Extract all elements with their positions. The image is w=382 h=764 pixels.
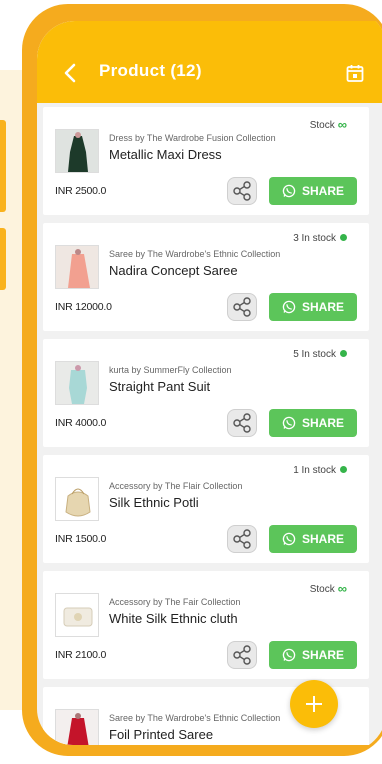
product-subtitle: Dress by The Wardrobe Fusion Collection: [109, 133, 276, 143]
product-price: INR 2100.0: [55, 649, 107, 661]
product-image: [55, 477, 99, 521]
add-product-button[interactable]: [290, 680, 338, 728]
product-card[interactable]: 3 In stock Saree by The Wardrobe's Ethni…: [43, 223, 369, 331]
page-title: Product (12): [99, 61, 202, 80]
stock-status: 5 In stock: [293, 349, 347, 360]
stock-dot-icon: [340, 234, 347, 241]
stock-status: 3 In stock: [293, 233, 347, 244]
app-bar: Product (12): [37, 21, 382, 103]
product-price: INR 4000.0: [55, 417, 107, 429]
stock-status: Stock ∞: [309, 581, 347, 596]
stock-dot-icon: [340, 350, 347, 357]
share-icon[interactable]: [227, 293, 257, 321]
calendar-icon[interactable]: [345, 63, 365, 83]
background-tab: [0, 228, 6, 290]
share-icon[interactable]: [227, 409, 257, 437]
product-price: INR 1500.0: [55, 533, 107, 545]
product-subtitle: kurta by SummerFly Collection: [109, 365, 232, 375]
whatsapp-share-button[interactable]: SHARE: [269, 293, 357, 321]
phone-frame: Product (12) Stock ∞ Dress by The Wardrob…: [22, 4, 382, 756]
product-card[interactable]: Stock ∞ Accessory by The Fair Collection …: [43, 571, 369, 679]
whatsapp-share-button[interactable]: SHARE: [269, 641, 357, 669]
share-icon[interactable]: [227, 525, 257, 553]
product-price: INR 12000.0: [55, 301, 112, 313]
infinity-icon: ∞: [337, 117, 347, 132]
app-screen: Product (12) Stock ∞ Dress by The Wardrob…: [37, 21, 382, 745]
product-name: Foil Printed Saree: [109, 727, 214, 742]
share-icon[interactable]: [227, 641, 257, 669]
product-list: Stock ∞ Dress by The Wardrobe Fusion Coll…: [37, 107, 382, 745]
whatsapp-share-button[interactable]: SHARE: [269, 177, 357, 205]
product-subtitle: Accessory by The Flair Collection: [109, 481, 243, 491]
product-image: [55, 129, 99, 173]
product-card[interactable]: 5 In stock kurta by SummerFly Collection…: [43, 339, 369, 447]
product-card[interactable]: 1 In stock Accessory by The Flair Collec…: [43, 455, 369, 563]
product-name: Metallic Maxi Dress: [109, 147, 222, 162]
product-card[interactable]: Stock ∞ Dress by The Wardrobe Fusion Coll…: [43, 107, 369, 215]
infinity-icon: ∞: [337, 581, 347, 596]
whatsapp-icon: [282, 416, 296, 430]
whatsapp-icon: [282, 184, 296, 198]
whatsapp-share-button[interactable]: SHARE: [269, 409, 357, 437]
product-subtitle: Saree by The Wardrobe's Ethnic Collectio…: [109, 713, 281, 723]
product-image: [55, 709, 99, 745]
stock-status: Stock ∞: [309, 117, 347, 132]
product-name: Straight Pant Suit: [109, 379, 211, 394]
back-arrow-icon[interactable]: [63, 63, 89, 89]
plus-icon: [306, 696, 322, 712]
product-name: Silk Ethnic Potli: [109, 495, 199, 510]
share-icon[interactable]: [227, 177, 257, 205]
whatsapp-icon: [282, 532, 296, 546]
stock-status: 1 In stock: [293, 465, 347, 476]
product-subtitle: Saree by The Wardrobe's Ethnic Collectio…: [109, 249, 281, 259]
product-price: INR 2500.0: [55, 185, 107, 197]
product-name: White Silk Ethnic cluth: [109, 611, 238, 626]
background-tab: [0, 150, 6, 212]
product-image: [55, 245, 99, 289]
product-image: [55, 361, 99, 405]
stock-dot-icon: [340, 466, 347, 473]
product-subtitle: Accessory by The Fair Collection: [109, 597, 241, 607]
whatsapp-share-button[interactable]: SHARE: [269, 525, 357, 553]
whatsapp-icon: [282, 300, 296, 314]
whatsapp-icon: [282, 648, 296, 662]
product-image: [55, 593, 99, 637]
product-name: Nadira Concept Saree: [109, 263, 238, 278]
